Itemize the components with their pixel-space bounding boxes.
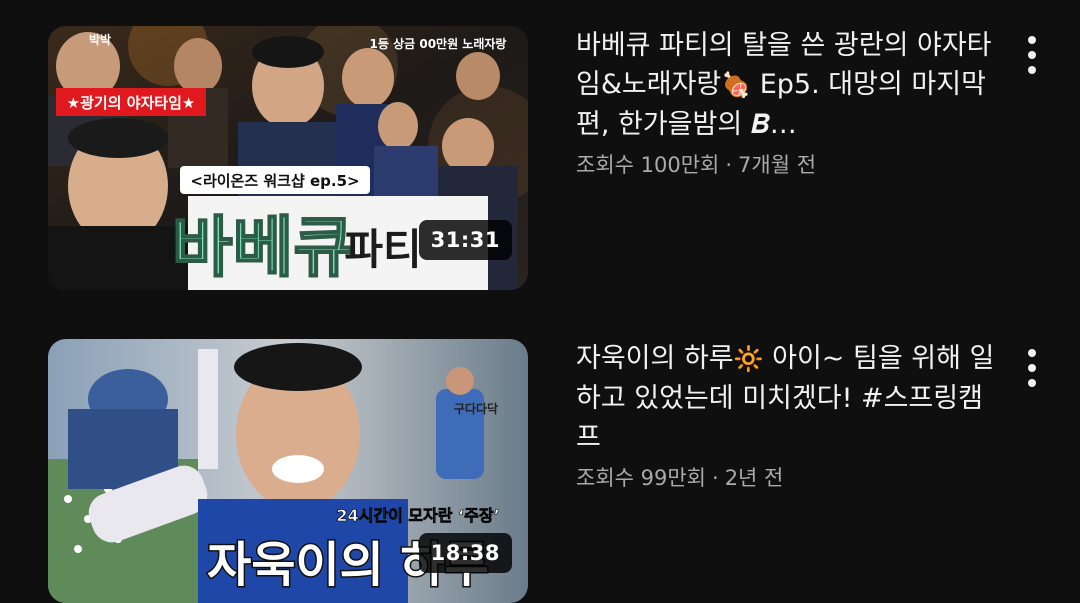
thumb-sub-banner: 24시간이 모자란 ‘주장’ [336,506,499,525]
more-dot [1028,36,1036,44]
thumb-big-main-text: 바베큐 [172,209,354,286]
view-count: 조회수 100만회 [576,153,720,177]
video-item[interactable]: 구다다닥 24시간이 모자란 ‘주장’ 자욱이의 하루 18:38 자욱이의 하… [48,339,1080,603]
video-feed: ★광기의 야자타임★ 1등 상금 00만원 노래자랑 박박 <라이온즈 워크샵 … [0,0,1080,603]
thumb-red-banner: ★광기의 야자타임★ [67,94,196,112]
video-meta: 바베큐 파티의 탈을 쓴 광란의 야자타임&노래자랑🍖 Ep5. 대망의 마지막… [576,26,996,179]
video-title-part: 자욱이의 하루 [576,343,734,374]
thumb-big-sub-text: 파티 [344,225,421,274]
more-dot [1028,379,1036,387]
thumb-top-right-text: 1등 상금 00만원 노래자랑 [370,36,507,51]
more-dot [1028,364,1036,372]
video-item[interactable]: ★광기의 야자타임★ 1등 상금 00만원 노래자랑 박박 <라이온즈 워크샵 … [48,26,1080,290]
view-count: 조회수 99만회 [576,466,706,490]
video-title[interactable]: 자욱이의 하루🔆 아이~ 팀을 위해 일하고 있었는데 미치겠다! #스프링캠프 [576,339,996,456]
video-thumbnail[interactable]: 구다다닥 24시간이 모자란 ‘주장’ 자욱이의 하루 18:38 [48,339,528,603]
upload-age: 7개월 전 [738,153,817,177]
meta-separator: · [725,153,733,177]
more-options-icon[interactable] [1018,32,1046,78]
upload-age: 2년 전 [724,466,784,490]
thumb-sub-banner: <라이온즈 워크샵 ep.5> [190,172,359,190]
video-duration-badge: 18:38 [418,533,512,573]
video-duration-badge: 31:31 [418,220,512,260]
more-dot [1028,349,1036,357]
more-dot [1028,66,1036,74]
video-stats: 조회수 100만회 · 7개월 전 [576,149,996,179]
video-meta: 자욱이의 하루🔆 아이~ 팀을 위해 일하고 있었는데 미치겠다! #스프링캠프… [576,339,996,492]
video-thumbnail[interactable]: ★광기의 야자타임★ 1등 상금 00만원 노래자랑 박박 <라이온즈 워크샵 … [48,26,528,290]
sun-emoji-icon: 🔆 [733,345,764,373]
more-dot [1028,51,1036,59]
meat-emoji-icon: 🍖 [721,71,752,99]
thumb-caption: 구다다닥 [454,401,498,416]
meta-separator: · [712,466,719,490]
video-title[interactable]: 바베큐 파티의 탈을 쓴 광란의 야자타임&노래자랑🍖 Ep5. 대망의 마지막… [576,26,996,143]
more-options-icon[interactable] [1018,345,1046,391]
thumb-top-left-text: 박박 [89,32,111,47]
video-stats: 조회수 99만회 · 2년 전 [576,462,996,492]
